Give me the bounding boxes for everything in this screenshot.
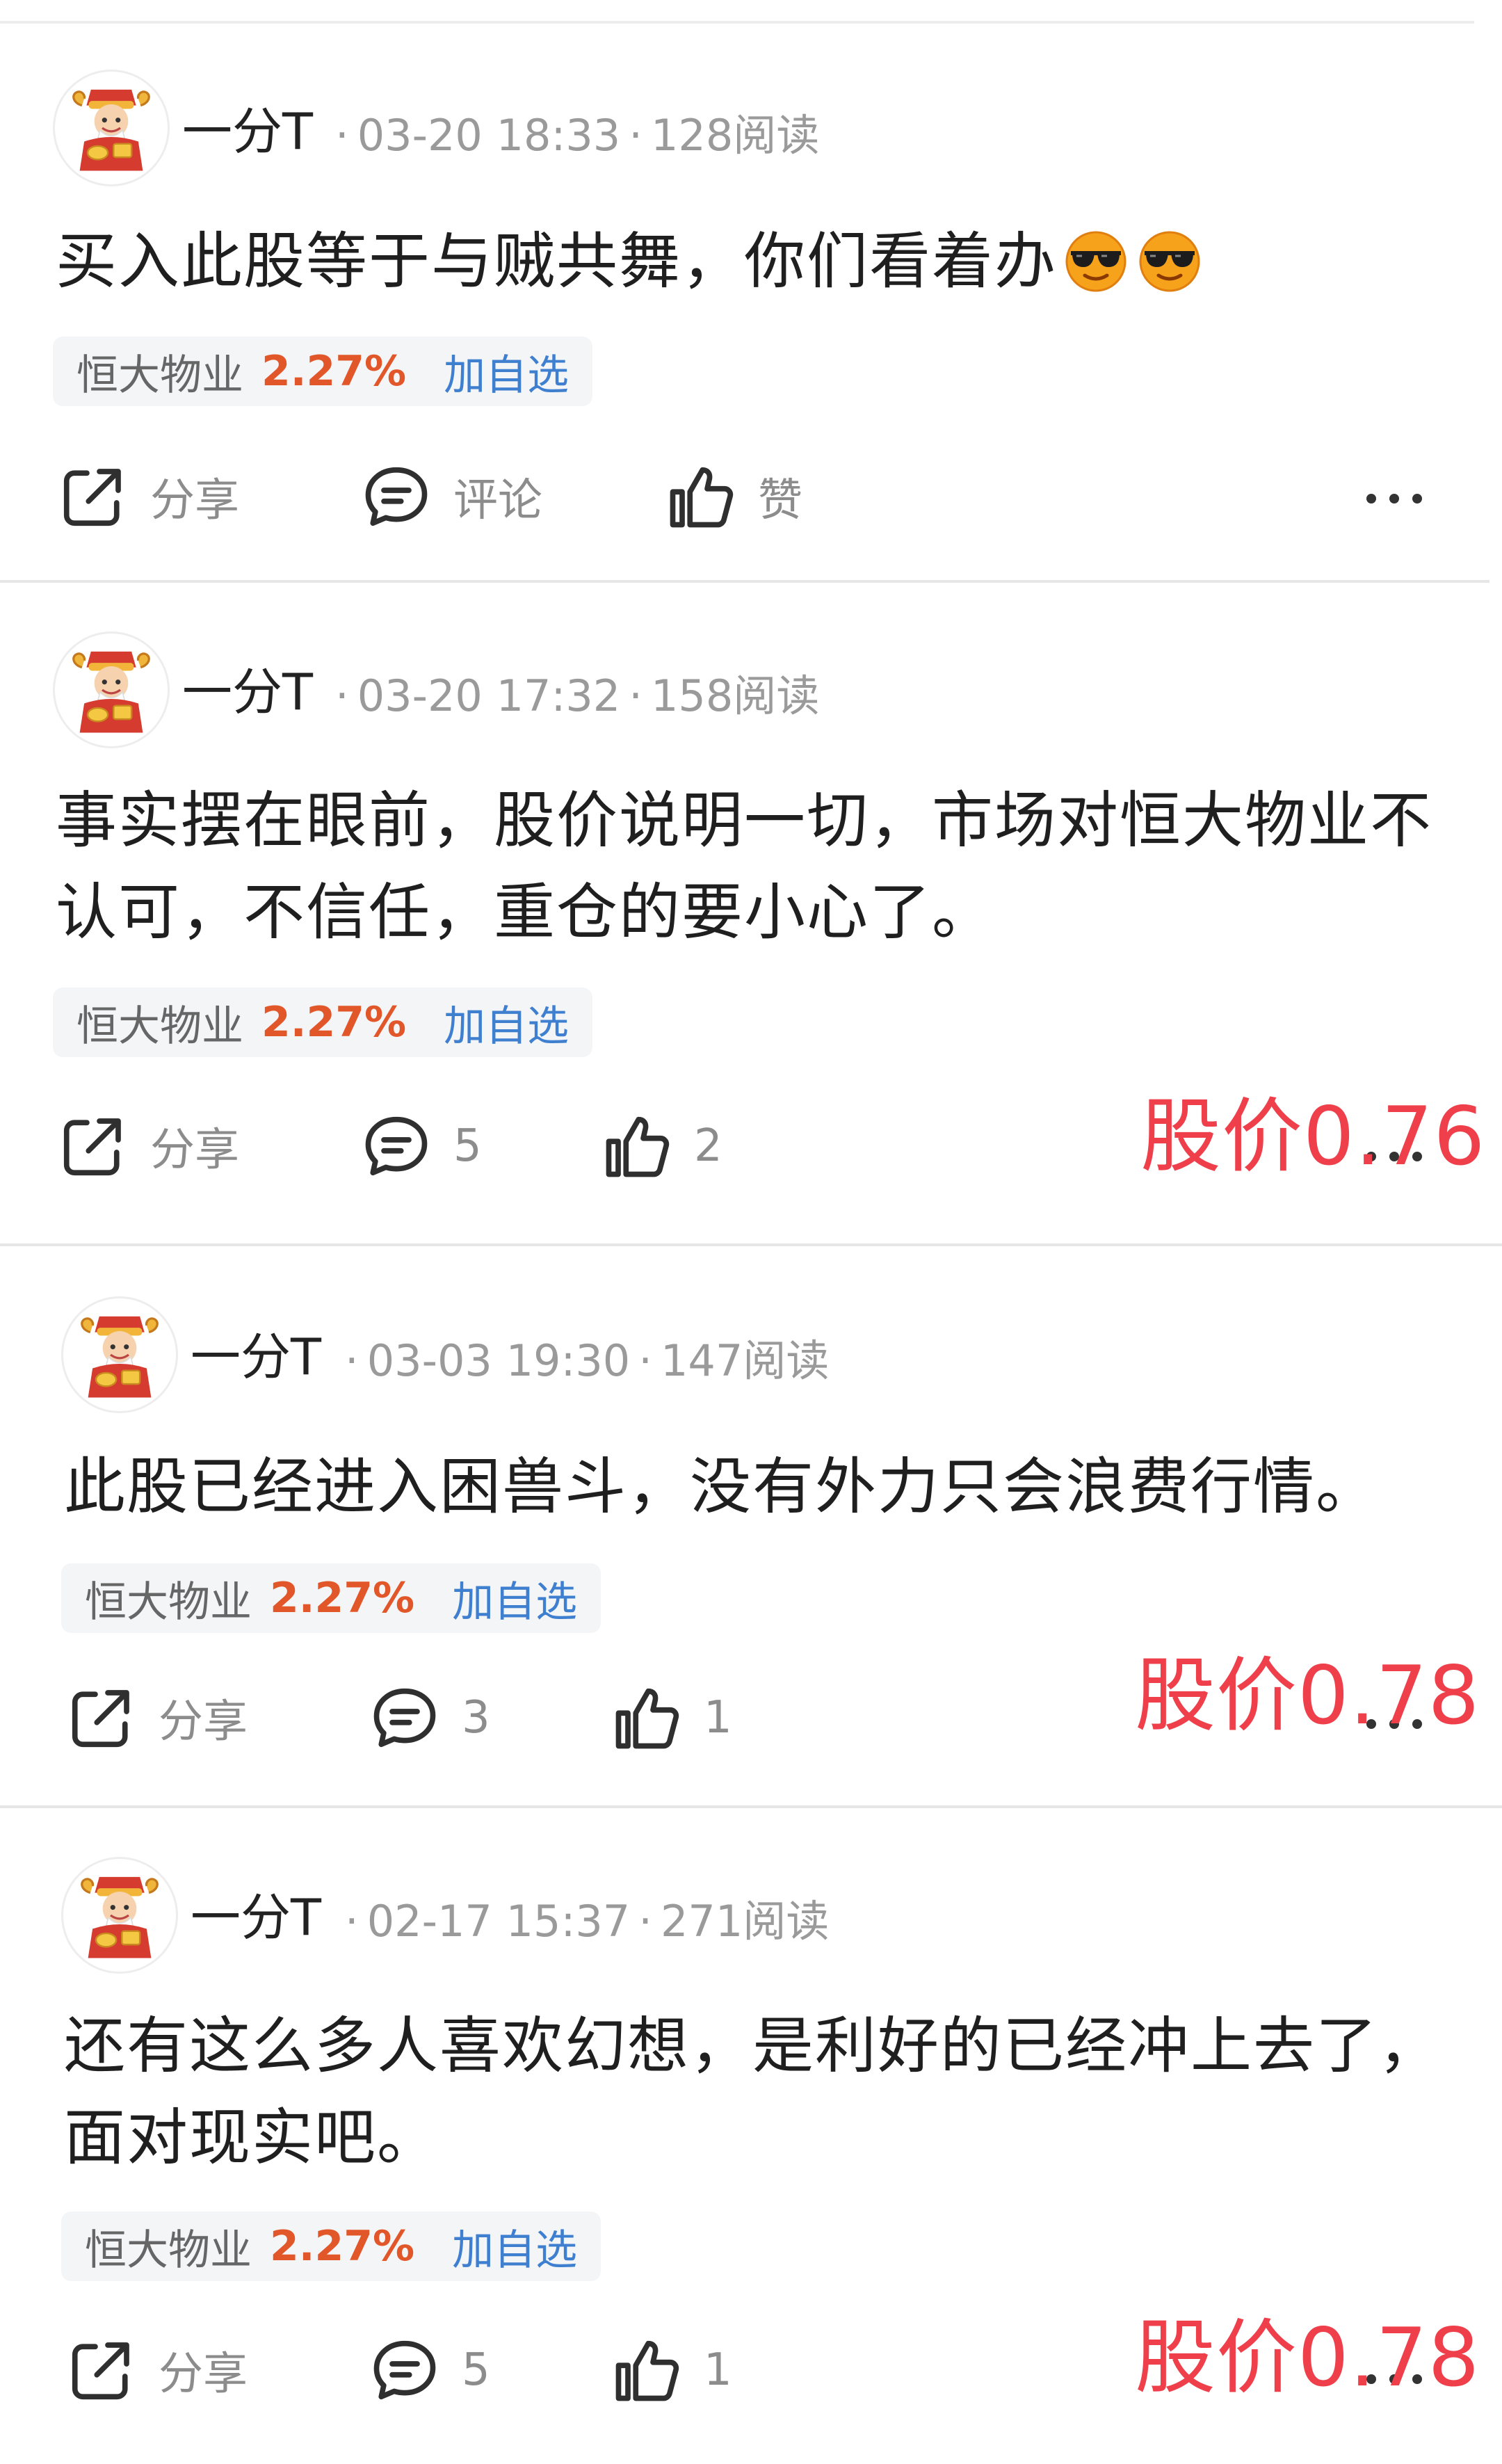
stock-name[interactable]: 恒大物业	[76, 992, 243, 1053]
sunglasses-emoji-icon	[1135, 225, 1204, 295]
comment-button[interactable]: 3	[367, 1680, 490, 1755]
avatar-caishen-icon[interactable]	[61, 1857, 178, 1974]
thumbs-up-icon	[663, 459, 738, 534]
post-content[interactable]: 事实摆在眼前，股价说明一切，市场对恒大物业不认可，不信任，重仓的要小心了。	[56, 775, 1432, 958]
meta-dot: ·	[335, 670, 349, 721]
comment-icon	[367, 1680, 442, 1755]
post-content[interactable]: 买入此股等于与贼共舞，你们看着办	[56, 216, 1446, 307]
share-icon	[64, 2333, 139, 2408]
post-card[interactable]: 一分T · 03-20 18:33 · 128阅读 买入此股等于与贼共舞，你们看着办 …	[0, 0, 1502, 577]
comment-count: 5	[453, 1120, 482, 1172]
more-dots-icon[interactable]	[1363, 488, 1426, 509]
stock-tag[interactable]: 恒大物业 2.27% 加自选	[61, 2212, 601, 2281]
thumbs-up-icon	[609, 1680, 684, 1755]
avatar-caishen-icon[interactable]	[53, 70, 170, 186]
stock-name[interactable]: 恒大物业	[85, 2216, 252, 2277]
meta-dot: ·	[629, 110, 643, 161]
add-watchlist-button[interactable]: 加自选	[444, 992, 569, 1053]
author-name[interactable]: 一分T	[191, 1876, 321, 1949]
comment-button[interactable]: 评论	[359, 459, 542, 534]
price-annotation: 股价0.78	[1135, 2311, 1480, 2405]
like-count: 1	[704, 1692, 732, 1744]
meta-dot: ·	[638, 1896, 652, 1947]
thumbs-up-icon	[609, 2333, 684, 2408]
like-button[interactable]: 1	[609, 2333, 732, 2408]
share-button[interactable]: 分享	[64, 1680, 248, 1755]
like-count: 2	[694, 1120, 722, 1172]
stock-tag[interactable]: 恒大物业 2.27% 加自选	[53, 988, 593, 1057]
post-date: 03-03 19:30	[366, 1335, 631, 1386]
add-watchlist-button[interactable]: 加自选	[452, 2216, 577, 2277]
share-icon	[56, 459, 131, 534]
post-meta: · 03-03 19:30 · 147阅读	[337, 1326, 829, 1388]
sunglasses-emoji-icon	[1061, 225, 1131, 295]
post-meta: · 03-20 18:33 · 128阅读	[327, 100, 819, 163]
meta-dot: ·	[345, 1335, 359, 1386]
add-watchlist-button[interactable]: 加自选	[444, 341, 569, 402]
share-button[interactable]: 分享	[56, 459, 239, 534]
stock-change: 2.27%	[261, 998, 407, 1047]
like-button[interactable]: 赞	[663, 459, 802, 534]
share-label: 分享	[159, 2349, 248, 2400]
like-count: 1	[704, 2344, 732, 2396]
stock-change: 2.27%	[270, 1574, 415, 1622]
post-date: 02-17 15:37	[366, 1896, 631, 1947]
post-date: 03-20 17:32	[357, 670, 621, 721]
stock-tag[interactable]: 恒大物业 2.27% 加自选	[61, 1563, 601, 1633]
post-card[interactable]: 一分T · 03-03 19:30 · 147阅读 此股已经进入困兽斗，没有外力只会浪…	[0, 1246, 1502, 1808]
meta-dot: ·	[345, 1896, 359, 1947]
post-content[interactable]: 此股已经进入困兽斗，没有外力只会浪费行情。	[64, 1441, 1455, 1533]
like-label: 赞	[758, 475, 802, 526]
share-icon	[56, 1109, 131, 1184]
avatar-caishen-icon[interactable]	[53, 631, 170, 748]
like-button[interactable]: 2	[599, 1109, 722, 1184]
post-card[interactable]: 一分T · 03-20 17:32 · 158阅读 事实摆在眼前，股价说明一切，市场对…	[0, 583, 1502, 1241]
post-date: 03-20 18:33	[357, 110, 621, 161]
comment-label: 评论	[453, 475, 542, 526]
price-annotation: 股价0.76	[1140, 1090, 1486, 1184]
stock-tag[interactable]: 恒大物业 2.27% 加自选	[53, 337, 593, 406]
post-meta: · 03-20 17:32 · 158阅读	[327, 661, 819, 723]
comment-count: 5	[462, 2344, 490, 2396]
stock-change: 2.27%	[261, 347, 407, 396]
price-annotation: 股价0.78	[1135, 1649, 1480, 1743]
comment-button[interactable]: 5	[367, 2333, 490, 2408]
meta-dot: ·	[638, 1335, 652, 1386]
comment-count: 3	[462, 1692, 490, 1744]
view-count: 271阅读	[660, 1896, 830, 1947]
share-button[interactable]: 分享	[56, 1109, 239, 1184]
add-watchlist-button[interactable]: 加自选	[452, 1568, 577, 1629]
stock-change: 2.27%	[270, 2222, 415, 2271]
avatar-caishen-icon[interactable]	[61, 1296, 178, 1413]
author-name[interactable]: 一分T	[191, 1316, 321, 1389]
view-count: 158阅读	[650, 670, 820, 721]
stock-name[interactable]: 恒大物业	[85, 1568, 252, 1629]
share-label: 分享	[150, 1125, 239, 1176]
thumbs-up-icon	[599, 1109, 675, 1184]
author-name[interactable]: 一分T	[182, 90, 313, 163]
post-meta: · 02-17 15:37 · 271阅读	[337, 1886, 829, 1949]
post-card[interactable]: 一分T · 02-17 15:37 · 271阅读 还有这么多人喜欢幻想，是利好的已经…	[0, 1808, 1502, 2464]
meta-dot: ·	[629, 670, 643, 721]
share-label: 分享	[150, 475, 239, 526]
meta-dot: ·	[335, 110, 349, 161]
comment-button[interactable]: 5	[359, 1109, 482, 1184]
share-icon	[64, 1680, 139, 1755]
stock-name[interactable]: 恒大物业	[76, 341, 243, 402]
view-count: 128阅读	[650, 110, 820, 161]
view-count: 147阅读	[660, 1335, 830, 1386]
share-button[interactable]: 分享	[64, 2333, 248, 2408]
comment-icon	[367, 2333, 442, 2408]
share-label: 分享	[159, 1696, 248, 1748]
like-button[interactable]: 1	[609, 1680, 732, 1755]
author-name[interactable]: 一分T	[182, 651, 313, 724]
comment-icon	[359, 1109, 434, 1184]
post-text: 买入此股等于与贼共舞，你们看着办	[56, 225, 1058, 297]
comment-icon	[359, 459, 434, 534]
post-content[interactable]: 还有这么多人喜欢幻想，是利好的已经冲上去了，面对现实吧。	[64, 2000, 1441, 2184]
